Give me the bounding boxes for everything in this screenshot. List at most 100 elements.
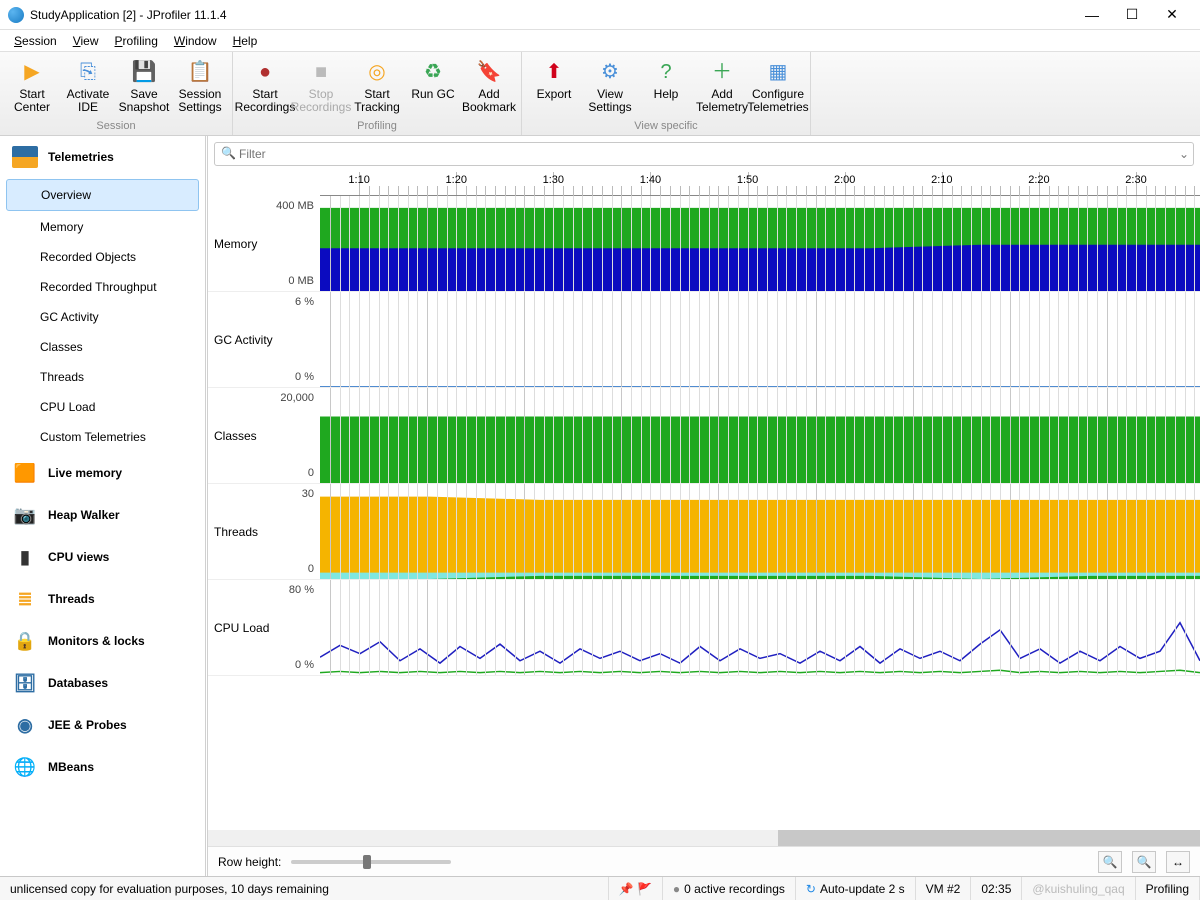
axis-top-label: 80 % [214,584,314,596]
sidebar-item-overview[interactable]: Overview [6,179,199,211]
sidebar-item-recorded-throughput[interactable]: Recorded Throughput [0,272,205,302]
status-profiling: Profiling [1136,877,1200,900]
sidebar-section-live-memory[interactable]: 🟧Live memory [0,452,205,494]
start-recordings-label: StartRecordings [235,88,296,114]
filter-input[interactable] [239,143,1187,165]
save-snapshot-label: SaveSnapshot [119,88,170,114]
section-icon: ◉ [12,714,38,736]
section-icon: ▮ [12,546,38,568]
sidebar-section-databases[interactable]: 🗄Databases [0,662,205,704]
filter-dropdown-icon[interactable]: ⌄ [1179,147,1189,161]
start-center-button[interactable]: ▶StartCenter [4,54,60,118]
section-label: JEE & Probes [48,718,127,732]
chart-row-gc-activity[interactable]: 6 %GC Activity0 % [208,292,1200,388]
section-icon: 🔒 [12,630,38,652]
sidebar-item-custom-telemetries[interactable]: Custom Telemetries [0,422,205,452]
toolbar-group-label: View specific [526,118,806,135]
export-button[interactable]: ⬆Export [526,54,582,118]
start-tracking-icon: ◎ [363,58,391,86]
activate-ide-button[interactable]: ⎘ActivateIDE [60,54,116,118]
export-icon: ⬆ [540,58,568,86]
start-tracking-button[interactable]: ◎StartTracking [349,54,405,118]
status-license: unlicensed copy for evaluation purposes,… [0,877,609,900]
charts-container: 400 MBMemory0 MB6 %GC Activity0 %20,000C… [208,196,1200,830]
chart-row-classes[interactable]: 20,000Classes0 [208,388,1200,484]
sidebar-item-recorded-objects[interactable]: Recorded Objects [0,242,205,272]
menu-help[interactable]: Help [225,32,266,50]
menu-session[interactable]: Session [6,32,65,50]
sidebar-section-threads[interactable]: ≣ Threads [0,578,205,620]
status-watermark: @kuishuling_qaq [1022,877,1135,900]
timeline-label: 2:10 [931,174,952,186]
sidebar-section-heap-walker[interactable]: 📷 Heap Walker [0,494,205,536]
sidebar-item-threads[interactable]: Threads [0,362,205,392]
help-button[interactable]: ?Help [638,54,694,118]
section-icon: ≣ [12,588,38,610]
sidebar-item-classes[interactable]: Classes [0,332,205,362]
sidebar-item-gc-activity[interactable]: GC Activity [0,302,205,332]
sidebar-header-telemetries[interactable]: Telemetries [0,136,205,178]
chart-row-memory[interactable]: 400 MBMemory0 MB [208,196,1200,292]
sidebar-section-mbeans[interactable]: 🌐MBeans [0,746,205,788]
toolbar-group-view-specific: ⬆Export⚙ViewSettings?Help＋AddTelemetry▦C… [522,52,811,135]
section-icon: 🌐 [12,756,38,778]
sidebar-item-memory[interactable]: Memory [0,212,205,242]
zoom-out-button[interactable]: 🔍 [1132,851,1156,873]
zoom-in-button[interactable]: 🔍 [1098,851,1122,873]
add-telemetry-button[interactable]: ＋AddTelemetry [694,54,750,118]
section-icon: 📷 [12,504,38,526]
axis-top-label: 30 [214,488,314,500]
axis-bot-label: 0 % [214,371,314,383]
session-settings-button[interactable]: 📋SessionSettings [172,54,228,118]
menu-profiling[interactable]: Profiling [107,32,166,50]
run-gc-label: Run GC [411,88,454,101]
titlebar: StudyApplication [2] - JProfiler 11.1.4 … [0,0,1200,30]
status-recordings: ●0 active recordings [663,877,796,900]
sidebar-section-monitors-locks[interactable]: 🔒Monitors & locks [0,620,205,662]
menu-view[interactable]: View [65,32,107,50]
toolbar-group-label: Session [4,118,228,135]
status-autoupdate[interactable]: ↻Auto-update 2 s [796,877,916,900]
menubar: SessionViewProfilingWindowHelp [0,30,1200,52]
view-settings-button[interactable]: ⚙ViewSettings [582,54,638,118]
section-label: Heap Walker [48,508,120,522]
horizontal-scrollbar[interactable] [208,830,1200,846]
start-center-label: StartCenter [14,88,50,114]
add-telemetry-label: AddTelemetry [696,88,748,114]
timeline-label: 1:40 [640,174,661,186]
save-snapshot-button[interactable]: 💾SaveSnapshot [116,54,172,118]
close-button[interactable]: ✕ [1152,1,1192,29]
row-height-bar: Row height: 🔍 🔍 ↔ [208,846,1200,876]
add-bookmark-icon: 🔖 [475,58,503,86]
sidebar-section-jee-probes[interactable]: ◉ JEE & Probes [0,704,205,746]
status-pin[interactable]: 📌 🚩 [609,877,663,900]
section-label: CPU views [48,550,109,564]
timeline-label: 1:20 [446,174,467,186]
app-icon [8,7,24,23]
start-center-icon: ▶ [18,58,46,86]
sidebar-section-cpu-views[interactable]: ▮ CPU views [0,536,205,578]
chart-row-threads[interactable]: 30Threads0 [208,484,1200,580]
run-gc-button[interactable]: ♻Run GC [405,54,461,118]
menu-window[interactable]: Window [166,32,225,50]
configure-telemetries-button[interactable]: ▦ConfigureTelemetries [750,54,806,118]
section-label: Live memory [48,466,122,480]
activate-ide-label: ActivateIDE [67,88,110,114]
section-icon: 🗄 [12,672,38,694]
minimize-button[interactable]: — [1072,1,1112,29]
section-label: Threads [48,592,95,606]
sidebar-header-label: Telemetries [48,150,114,164]
fit-button[interactable]: ↔ [1166,851,1190,873]
sidebar: Telemetries OverviewMemoryRecorded Object… [0,136,208,876]
content-area: ⌄ 1:101:201:301:401:502:002:102:202:30 4… [208,136,1200,876]
start-recordings-button[interactable]: ●StartRecordings [237,54,293,118]
filter-box[interactable]: ⌄ [214,142,1194,166]
activate-ide-icon: ⎘ [74,58,102,86]
maximize-button[interactable]: ☐ [1112,1,1152,29]
chart-row-cpu-load[interactable]: 80 %CPU Load0 % [208,580,1200,676]
slider-thumb[interactable] [363,855,371,869]
sidebar-item-cpu-load[interactable]: CPU Load [0,392,205,422]
scrollbar-thumb[interactable] [778,830,1200,846]
row-height-slider[interactable] [291,860,451,864]
add-bookmark-button[interactable]: 🔖AddBookmark [461,54,517,118]
